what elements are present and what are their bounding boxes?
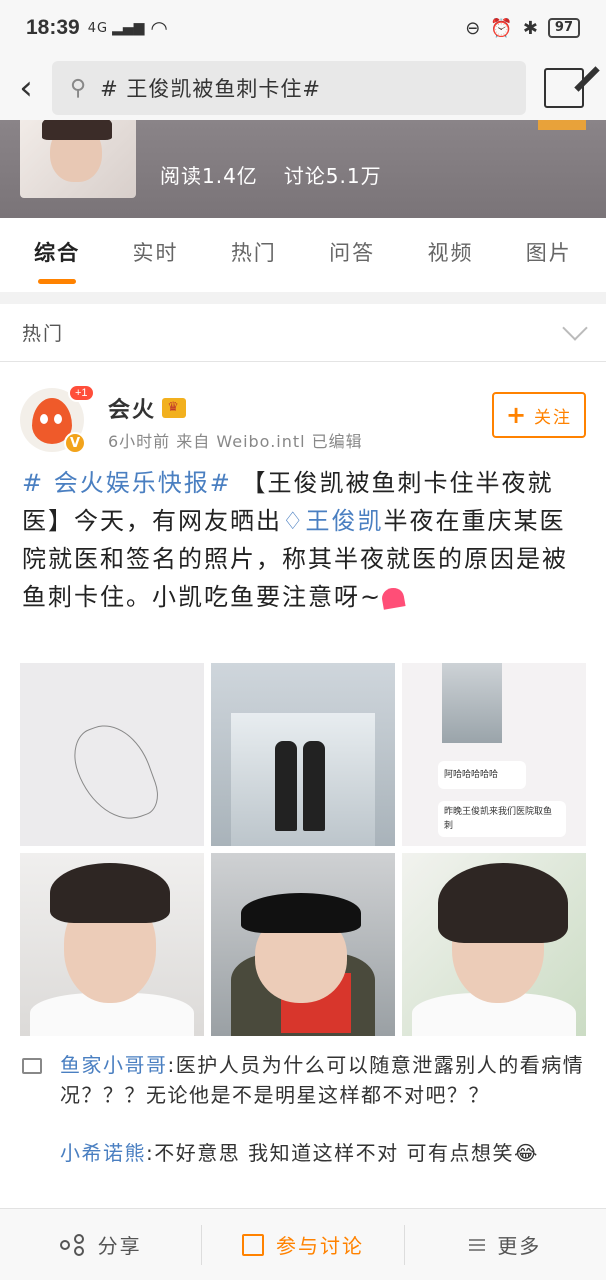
- tab-comprehensive[interactable]: 综合: [34, 218, 80, 292]
- status-bar: 18:39 4G ▂▄▆ ◠ ⊖ ⏰ ✱ 97: [0, 0, 606, 56]
- comment-item: 小希诺熊:不好意思 我知道这样不对 可有点想笑😂: [60, 1138, 588, 1168]
- tab-qa[interactable]: 问答: [329, 218, 375, 292]
- tab-hot[interactable]: 热门: [231, 218, 277, 292]
- discuss-label: 参与讨论: [275, 1234, 364, 1258]
- post-mention[interactable]: 王俊凯: [306, 507, 384, 535]
- chat-screenshot-image[interactable]: 阿哈哈哈哈哈 昨晚王俊凯来我们医院取鱼刺: [402, 663, 586, 846]
- chat-line-1: 阿哈哈哈哈哈: [438, 761, 526, 789]
- hospital-corridor-image[interactable]: [211, 663, 395, 846]
- search-input[interactable]: ⚲ # 王俊凯被鱼刺卡住#: [52, 61, 526, 115]
- topic-stats: 阅读1.4亿 讨论5.1万: [160, 160, 382, 189]
- lock-icon: ⊖: [465, 17, 481, 39]
- divider: [0, 292, 606, 304]
- more-button[interactable]: 更多: [403, 1224, 606, 1265]
- comment-item: 鱼家小哥哥:医护人员为什么可以随意泄露别人的看病情况？？？无论他是不是明星这样都…: [60, 1050, 588, 1110]
- network-indicator: 4G: [87, 20, 109, 36]
- post-hashtag[interactable]: # 会火娱乐快报#: [22, 469, 232, 497]
- more-label: 更多: [497, 1234, 542, 1258]
- back-button[interactable]: ‹: [0, 56, 52, 120]
- tab-video[interactable]: 视频: [427, 218, 473, 292]
- search-icon: ⚲: [70, 75, 87, 101]
- comment-text: :不好意思 我知道这样不对 可有点想笑: [146, 1141, 514, 1165]
- portrait-image-3[interactable]: [402, 853, 586, 1036]
- post-text: # 会火娱乐快报# 【王俊凯被鱼刺卡住半夜就医】今天，有网友晒出♢王俊凯半夜在重…: [22, 464, 586, 616]
- section-header[interactable]: 热门: [0, 304, 606, 362]
- signal-icon: ▂▄▆: [112, 20, 145, 36]
- alarm-icon: ⏰: [490, 17, 513, 39]
- back-arrow-icon: ‹: [19, 68, 33, 108]
- share-icon: [59, 1233, 86, 1256]
- discuss-button[interactable]: 参与讨论: [201, 1224, 403, 1265]
- section-label: 热门: [22, 323, 65, 345]
- edit-icon: [241, 1233, 264, 1256]
- tab-bar: 综合 实时 热门 问答 视频 图片: [0, 218, 606, 292]
- tab-realtime[interactable]: 实时: [132, 218, 178, 292]
- read-count: 阅读1.4亿: [160, 164, 258, 188]
- comment-author[interactable]: 小希诺熊: [60, 1141, 146, 1165]
- status-time: 18:39: [26, 16, 80, 39]
- chevron-down-icon[interactable]: [562, 314, 588, 341]
- signature-image[interactable]: [20, 663, 204, 846]
- post-author[interactable]: 会火 ♛: [108, 392, 187, 424]
- search-header: ‹ ⚲ # 王俊凯被鱼刺卡住#: [0, 56, 606, 120]
- diamond-icon: ♢: [282, 507, 306, 535]
- tab-pictures[interactable]: 图片: [526, 218, 572, 292]
- bottom-action-bar: 分享 参与讨论 更多: [0, 1208, 606, 1280]
- plus-icon: +: [505, 401, 529, 429]
- verified-badge: V: [64, 432, 86, 454]
- discussion-count: 讨论5.1万: [283, 164, 382, 188]
- topic-banner: 阅读1.4亿 讨论5.1万: [0, 120, 606, 218]
- compose-icon[interactable]: [544, 68, 584, 108]
- portrait-image-2[interactable]: [211, 853, 395, 1036]
- author-name: 会火: [108, 398, 157, 423]
- laughing-emoji-icon: 😂: [513, 1141, 539, 1165]
- search-query: # 王俊凯被鱼刺卡住#: [100, 77, 321, 101]
- bluetooth-icon: ✱: [522, 17, 538, 39]
- notification-badge: +1: [68, 384, 95, 402]
- heart-icon: [380, 586, 406, 610]
- portrait-image-1[interactable]: [20, 853, 204, 1036]
- menu-icon: [469, 1238, 486, 1251]
- post-meta: 6小时前 来自 Weibo.intl 已编辑: [108, 432, 363, 451]
- topic-tag: [538, 120, 586, 130]
- avatar[interactable]: +1 V: [20, 384, 95, 454]
- share-button[interactable]: 分享: [0, 1225, 201, 1265]
- comment-icon: [22, 1058, 42, 1074]
- chat-line-2: 昨晚王俊凯来我们医院取鱼刺: [438, 801, 566, 837]
- wifi-icon: ◠: [150, 16, 168, 40]
- follow-button[interactable]: + 关注: [492, 392, 586, 438]
- comment-author[interactable]: 鱼家小哥哥: [60, 1053, 168, 1077]
- topic-thumbnail: [20, 120, 136, 198]
- share-label: 分享: [97, 1234, 142, 1258]
- crown-icon: ♛: [162, 398, 187, 418]
- follow-label: 关注: [534, 407, 573, 428]
- battery-icon: 97: [547, 18, 580, 38]
